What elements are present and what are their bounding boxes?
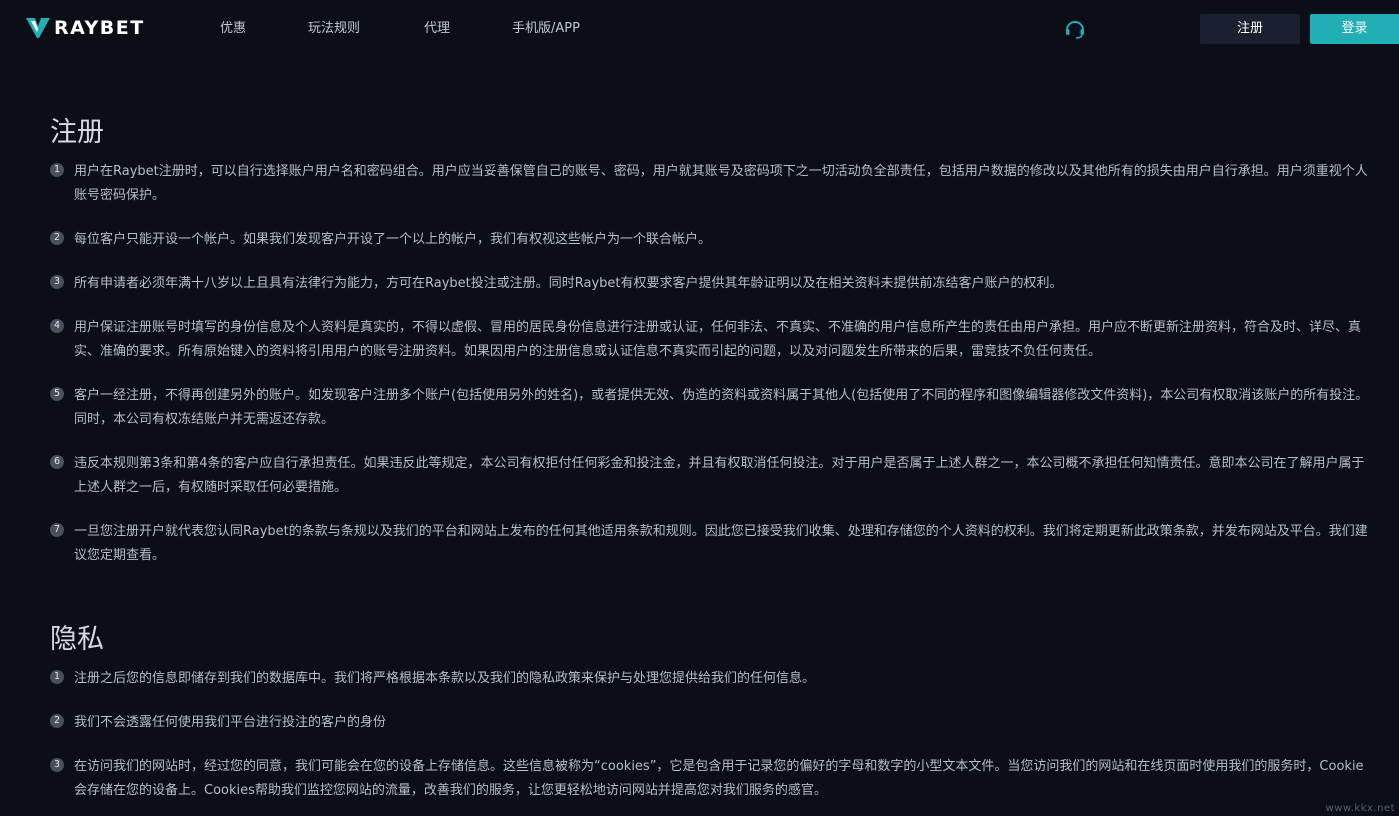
item-text: 用户在Raybet注册时，可以自行选择账户用户名和密码组合。用户应当妥善保管自己… [74, 160, 1370, 208]
list-item: 6 违反本规则第3条和第4条的客户应自行承担责任。如果违反此等规定，本公司有权拒… [50, 452, 1370, 500]
list-item: 4 用户保证注册账号时填写的身份信息及个人资料是真实的，不得以虚假、冒用的居民身… [50, 316, 1370, 364]
list-item: 3 在访问我们的网站时，经过您的同意，我们可能会在您的设备上存储信息。这些信息被… [50, 755, 1370, 803]
top-navigation-bar: RAYBET 优惠 玩法规则 代理 手机版/APP 注册 登录 [0, 0, 1399, 58]
list-item: 1 用户在Raybet注册时，可以自行选择账户用户名和密码组合。用户应当妥善保管… [50, 160, 1370, 208]
item-text: 所有申请者必须年满十八岁以上且具有法律行为能力，方可在Raybet投注或注册。同… [74, 272, 1370, 296]
nav-item-mobile-app[interactable]: 手机版/APP [512, 21, 580, 37]
brand-name: RAYBET [54, 16, 145, 40]
raybet-logo-icon [26, 17, 50, 39]
section-title-privacy: 隐私 [50, 623, 104, 657]
item-number-badge: 1 [50, 163, 64, 177]
list-item: 5 客户一经注册，不得再创建另外的账户。如发现客户注册多个账户(包括使用另外的姓… [50, 384, 1370, 432]
item-number-badge: 2 [50, 231, 64, 245]
headset-icon[interactable] [1063, 17, 1087, 41]
item-number-badge: 1 [50, 670, 64, 684]
list-item: 1 注册之后您的信息即储存到我们的数据库中。我们将严格根据本条款以及我们的隐私政… [50, 667, 1370, 691]
item-number-badge: 3 [50, 758, 64, 772]
section-title-register: 注册 [50, 116, 104, 150]
item-text: 在访问我们的网站时，经过您的同意，我们可能会在您的设备上存储信息。这些信息被称为… [74, 755, 1370, 803]
register-button[interactable]: 注册 [1200, 14, 1300, 44]
item-text: 我们不会透露任何使用我们平台进行投注的客户的身份 [74, 711, 1370, 735]
raybet-logo[interactable]: RAYBET [26, 16, 145, 40]
item-number-badge: 5 [50, 387, 64, 401]
login-button[interactable]: 登录 [1310, 14, 1399, 44]
nav-item-promotions[interactable]: 优惠 [220, 21, 246, 37]
item-text: 客户一经注册，不得再创建另外的账户。如发现客户注册多个账户(包括使用另外的姓名)… [74, 384, 1370, 432]
list-item: 3 所有申请者必须年满十八岁以上且具有法律行为能力，方可在Raybet投注或注册… [50, 272, 1370, 296]
item-number-badge: 7 [50, 523, 64, 537]
nav-item-game-rules[interactable]: 玩法规则 [308, 21, 360, 37]
watermark: www.kkx.net [1326, 803, 1395, 814]
item-text: 注册之后您的信息即储存到我们的数据库中。我们将严格根据本条款以及我们的隐私政策来… [74, 667, 1370, 691]
item-text: 每位客户只能开设一个帐户。如果我们发现客户开设了一个以上的帐户，我们有权视这些帐… [74, 228, 1370, 252]
item-number-badge: 6 [50, 455, 64, 469]
list-item: 7 一旦您注册开户就代表您认同Raybet的条款与条规以及我们的平台和网站上发布… [50, 520, 1370, 568]
item-text: 违反本规则第3条和第4条的客户应自行承担责任。如果违反此等规定，本公司有权拒付任… [74, 452, 1370, 500]
item-number-badge: 3 [50, 275, 64, 289]
item-text: 用户保证注册账号时填写的身份信息及个人资料是真实的，不得以虚假、冒用的居民身份信… [74, 316, 1370, 364]
list-item: 2 每位客户只能开设一个帐户。如果我们发现客户开设了一个以上的帐户，我们有权视这… [50, 228, 1370, 252]
nav-item-agent[interactable]: 代理 [424, 21, 450, 37]
item-number-badge: 4 [50, 319, 64, 333]
item-number-badge: 2 [50, 714, 64, 728]
list-item: 2 我们不会透露任何使用我们平台进行投注的客户的身份 [50, 711, 1370, 735]
item-text: 一旦您注册开户就代表您认同Raybet的条款与条规以及我们的平台和网站上发布的任… [74, 520, 1370, 568]
